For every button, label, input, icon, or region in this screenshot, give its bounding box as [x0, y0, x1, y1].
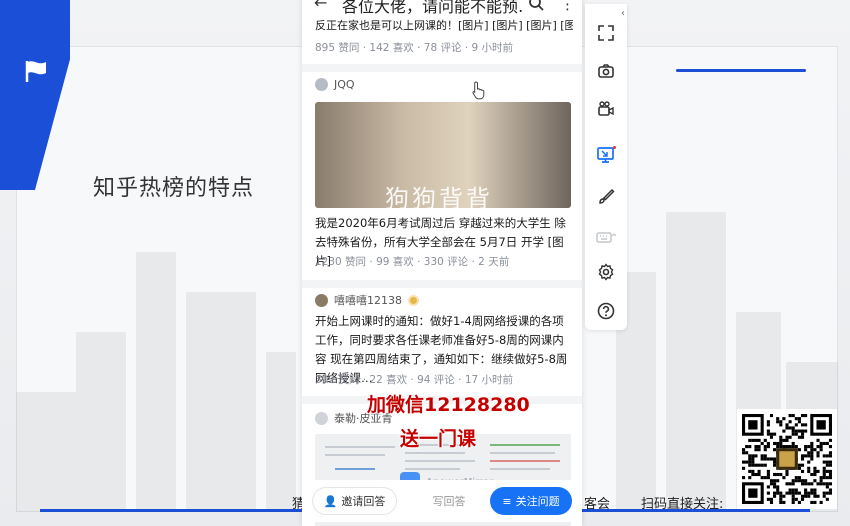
screenshot-camera-icon[interactable] [595, 60, 617, 82]
follow-question-button[interactable]: ≡ 关注问题 [490, 487, 572, 515]
slide-accent-line [676, 69, 806, 72]
answer-card[interactable]: 嘻嘻嘻12138 开始上网课时的通知：做好1-4周网络授课的各项工作，同时要求各… [302, 288, 582, 396]
answer-card[interactable]: JQQ 狗狗背背 我是2020年6月考试周过后 穿越过来的大学生 除去特殊省份，… [302, 72, 582, 276]
flag-icon [25, 61, 46, 82]
answer-meta: 895 赞同 · 142 喜欢 · 78 评论 · 9 小时前 [315, 42, 514, 54]
question-title: 各位大佬，请问能不能预… [342, 0, 522, 16]
annotate-brush-icon[interactable] [595, 186, 617, 208]
settings-gear-icon[interactable] [595, 261, 617, 283]
slide-corner-decoration [0, 0, 70, 190]
bottom-action-bar: 👤 邀请回答 写回答 ≡ 关注问题 [302, 480, 582, 522]
slide-footer-mid: 客会 [584, 497, 611, 512]
write-answer-button[interactable]: 写回答 [414, 487, 484, 515]
avatar [315, 293, 328, 307]
screen: 知乎热榜的特点 猜 客会 扫码直接关注: ← 各位大佬，请问能不能预… ⋮ 反正… [0, 0, 850, 526]
overlay-promo-text: 加微信12128280 [367, 394, 530, 416]
answer-author[interactable]: 嘻嘻嘻12138 [315, 292, 419, 308]
collapse-toolbar-button[interactable]: ‹ [621, 8, 625, 19]
author-name: 嘻嘻嘻12138 [334, 294, 402, 307]
record-video-icon[interactable] [595, 98, 617, 120]
qr-code [737, 409, 837, 509]
slide-footer-right: 扫码直接关注: [641, 497, 724, 512]
keyboard-icon [595, 226, 617, 248]
answer-card[interactable]: 反正在家也是可以上网课的！[图片] [图片] [图片] [图片… 895 赞同 … [302, 16, 582, 64]
divider [302, 280, 582, 288]
search-icon[interactable] [528, 0, 544, 11]
back-arrow-icon[interactable]: ← [314, 0, 327, 12]
mirror-toolbar [585, 4, 627, 330]
fullscreen-icon[interactable] [595, 22, 617, 44]
image-caption: 狗狗背背 [385, 185, 493, 208]
verified-badge-icon [408, 294, 419, 306]
hand-cursor-icon [472, 81, 485, 100]
qr-code-icon [742, 414, 832, 504]
slide-title: 知乎热榜的特点 [93, 176, 255, 201]
author-name: JQQ [334, 77, 355, 91]
help-question-icon[interactable] [595, 300, 617, 322]
screen-cast-icon[interactable] [595, 144, 617, 166]
answer-meta: 302 赞同 · 22 喜欢 · 94 评论 · 17 小时前 [315, 374, 514, 386]
divider [302, 64, 582, 72]
overlay-promo-text: 送一门课 [400, 428, 477, 450]
answer-excerpt: 反正在家也是可以上网课的！[图片] [图片] [图片] [图片… [315, 19, 573, 32]
invite-answer-button[interactable]: 👤 邀请回答 [312, 487, 397, 515]
avatar [315, 77, 328, 91]
follow-list-icon: ≡ [502, 494, 512, 508]
answer-image[interactable]: 狗狗背背 [315, 102, 571, 208]
answer-author[interactable]: JQQ [315, 76, 355, 92]
add-user-icon: 👤 [323, 494, 338, 508]
answer-meta: 1230 赞同 · 99 喜欢 · 330 评论 · 2 天前 [315, 256, 510, 268]
more-options-icon[interactable]: ⋮ [560, 0, 575, 13]
avatar [315, 411, 328, 425]
